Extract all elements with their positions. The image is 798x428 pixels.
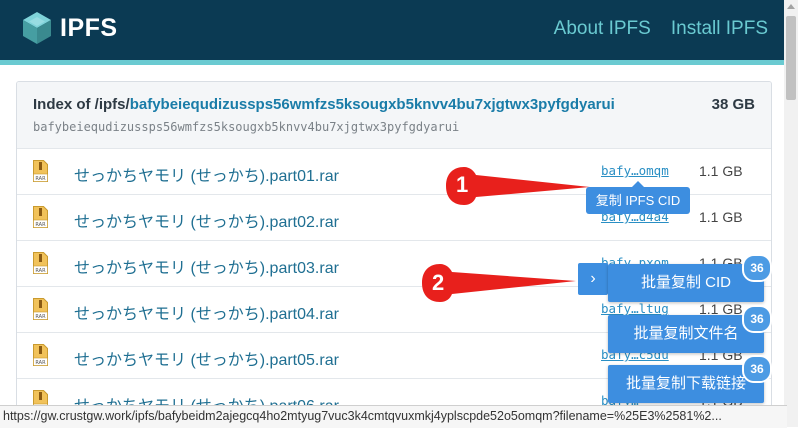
file-size: 1.1 GB	[699, 209, 743, 225]
index-cid-plain: bafybeiequdizussps56wmfzs5ksougxb5knvv4b…	[33, 120, 460, 134]
rar-file-icon: RAR	[33, 206, 48, 228]
ipfs-cube-icon	[23, 12, 51, 44]
listing-header: Index of /ipfs/bafybeiequdizussps56wmfzs…	[17, 82, 771, 149]
batch-panel-toggle[interactable]: ›	[578, 263, 608, 295]
batch-copy-cid-button[interactable]: 批量复制 CID 36	[608, 254, 772, 302]
browser-status-bar: https://gw.crustgw.work/ipfs/bafybeidm2a…	[0, 405, 787, 428]
file-name-link[interactable]: せっかちヤモリ (せっかち).part03.rar	[74, 254, 339, 278]
callout-number-1: 1	[456, 172, 469, 197]
batch-copy-download-links-label: 批量复制下载链接	[625, 375, 746, 392]
file-cid-link[interactable]: bafy…omqm	[601, 163, 669, 178]
count-badge: 36	[742, 305, 772, 333]
index-cid-link[interactable]: bafybeiequdizussps56wmfzs5ksougxb5knvv4b…	[130, 96, 615, 113]
index-prefix: Index of /ipfs/	[33, 96, 130, 113]
batch-copy-download-links-button[interactable]: 批量复制下载链接 36	[608, 355, 772, 403]
nav-install-ipfs[interactable]: Install IPFS	[671, 18, 768, 40]
count-badge: 36	[742, 254, 772, 282]
file-name-link[interactable]: せっかちヤモリ (せっかち).part05.rar	[74, 346, 339, 370]
callout-number-2: 2	[432, 270, 445, 295]
copy-ipfs-cid-button[interactable]: 复制 IPFS CID	[586, 187, 690, 214]
app-title: IPFS	[60, 13, 118, 42]
vertical-scrollbar[interactable]	[784, 0, 798, 427]
index-title: Index of /ipfs/bafybeiequdizussps56wmfzs…	[33, 96, 615, 113]
rar-file-icon: RAR	[33, 298, 48, 320]
svg-text:RAR: RAR	[35, 314, 46, 320]
top-header: IPFS About IPFS Install IPFS	[0, 0, 784, 60]
scroll-up-arrow-icon[interactable]	[787, 4, 795, 9]
file-name-link[interactable]: せっかちヤモリ (せっかち).part04.rar	[74, 300, 339, 324]
scroll-thumb[interactable]	[786, 16, 796, 100]
rar-file-icon: RAR	[33, 160, 48, 182]
total-size: 38 GB	[711, 96, 755, 113]
logo[interactable]: IPFS	[22, 11, 118, 45]
batch-copy-cid-label: 批量复制 CID	[640, 274, 731, 291]
count-badge: 36	[742, 355, 772, 383]
svg-text:RAR: RAR	[35, 176, 46, 182]
file-size: 1.1 GB	[699, 163, 743, 179]
chevron-right-icon: ›	[590, 270, 596, 287]
svg-text:RAR: RAR	[35, 268, 46, 274]
svg-text:RAR: RAR	[35, 360, 46, 366]
top-nav: About IPFS Install IPFS	[554, 18, 768, 40]
batch-copy-filenames-button[interactable]: 批量复制文件名 36	[608, 305, 772, 353]
batch-copy-filenames-label: 批量复制文件名	[633, 325, 739, 342]
rar-file-icon: RAR	[33, 344, 48, 366]
rar-file-icon: RAR	[33, 252, 48, 274]
nav-about-ipfs[interactable]: About IPFS	[554, 18, 651, 40]
header-accent-stripe	[0, 60, 784, 65]
file-name-link[interactable]: せっかちヤモリ (せっかち).part01.rar	[74, 162, 339, 186]
file-name-link[interactable]: せっかちヤモリ (せっかち).part02.rar	[74, 208, 339, 232]
file-cid-link[interactable]: bafy…ltug	[601, 301, 669, 316]
svg-text:RAR: RAR	[35, 222, 46, 228]
